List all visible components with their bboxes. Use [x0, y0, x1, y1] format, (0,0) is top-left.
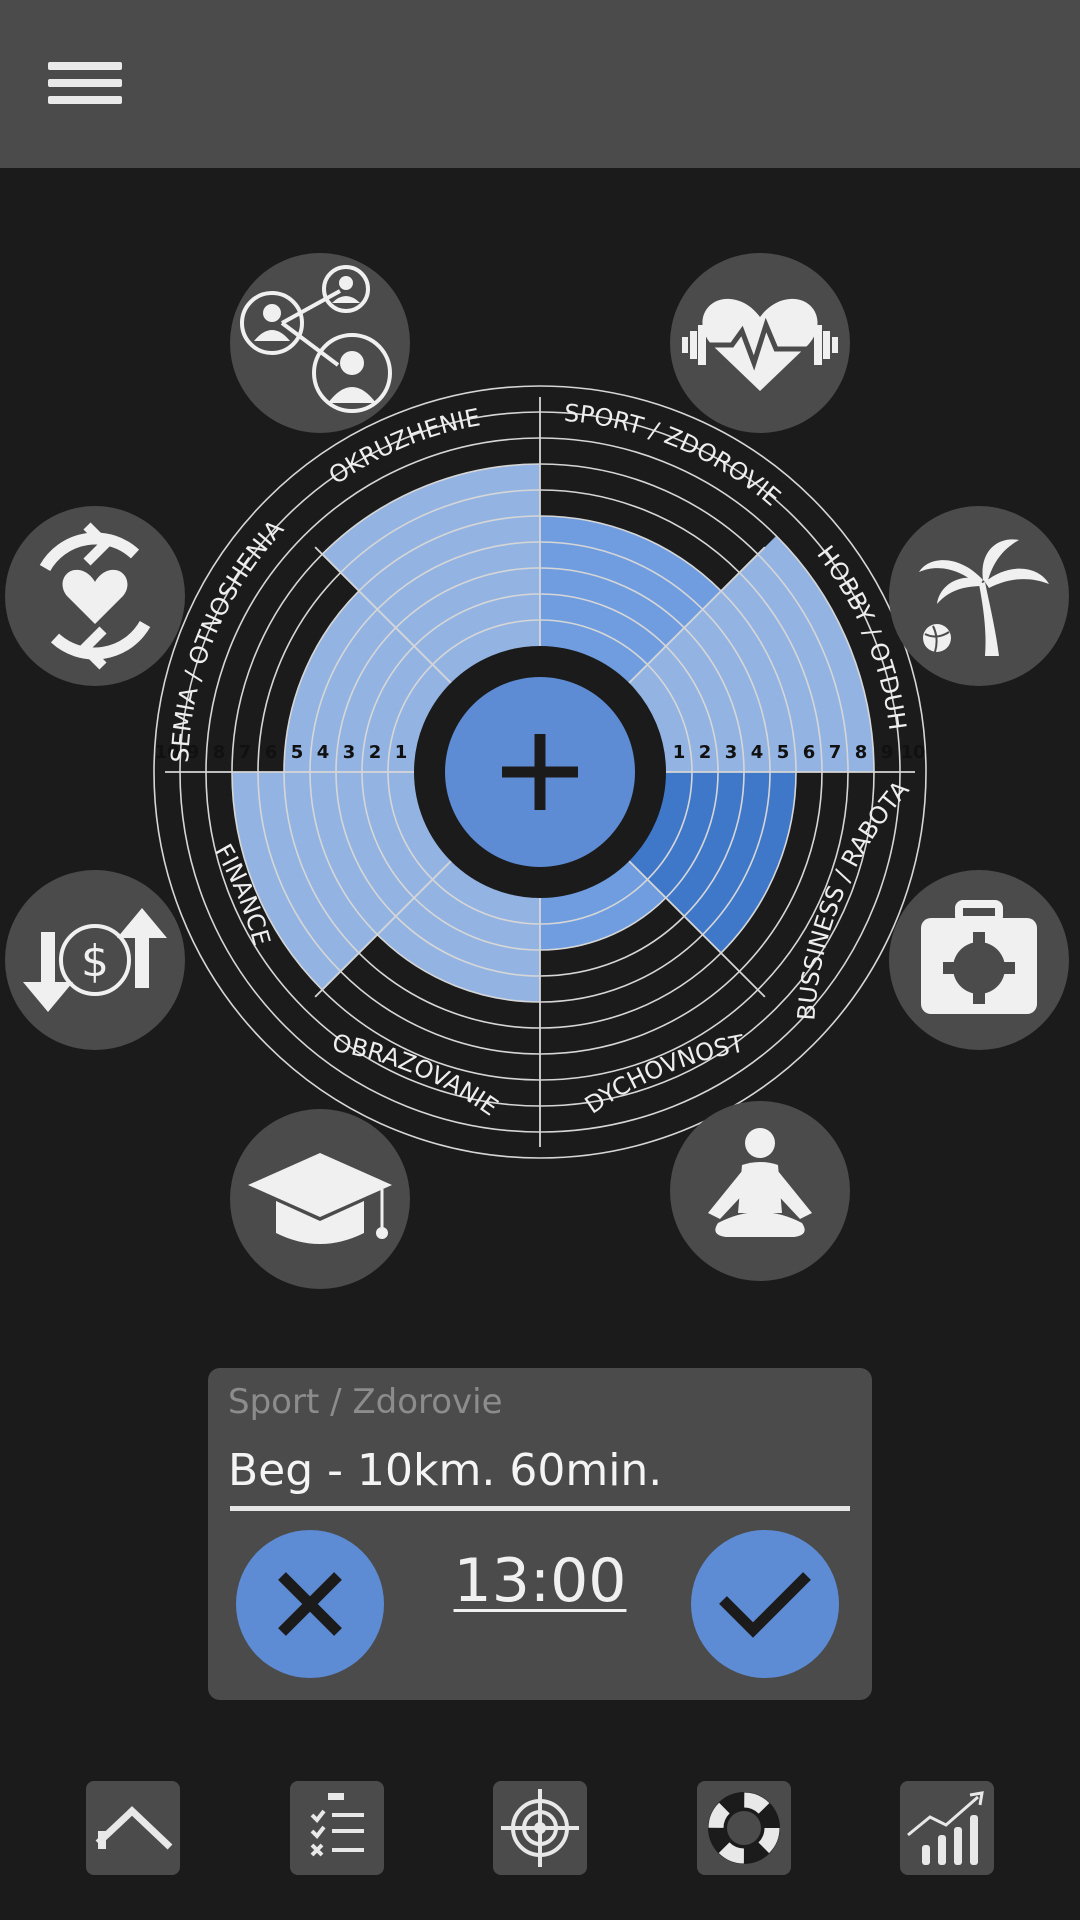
nav-help-button[interactable]	[697, 1781, 791, 1875]
cancel-button[interactable]	[236, 1530, 384, 1678]
scale-number-left: 5	[291, 742, 304, 763]
scale-number-right: 6	[803, 742, 816, 763]
scale-number-left: 2	[369, 742, 382, 763]
category-bussiness-button[interactable]	[889, 870, 1069, 1050]
category-semia-button[interactable]	[5, 506, 185, 686]
people-network-icon	[240, 265, 392, 413]
close-icon	[278, 1572, 342, 1636]
scale-number-right: 10	[900, 742, 925, 763]
scale-number-right: 2	[699, 742, 712, 763]
scale-number-left: 7	[239, 742, 252, 763]
wheel-segment-3	[629, 772, 796, 954]
growth-chart-icon	[907, 1791, 984, 1865]
category-obrazovanie-button[interactable]	[230, 1109, 410, 1289]
target-icon	[501, 1789, 579, 1867]
briefcase-gear-icon	[921, 900, 1037, 1014]
money-exchange-icon: $	[23, 908, 167, 1012]
category-hobby-button[interactable]	[889, 506, 1069, 686]
category-sport-button[interactable]	[670, 253, 850, 433]
heart-cycle-icon	[39, 522, 151, 670]
palm-tree-icon	[919, 539, 1049, 656]
checklist-icon	[310, 1793, 364, 1857]
entry-text-input[interactable]	[226, 1434, 856, 1506]
scale-number-right: 8	[855, 742, 868, 763]
scale-number-left: 1	[395, 742, 408, 763]
scale-number-left: 3	[343, 742, 356, 763]
scale-number-left: 4	[317, 742, 330, 763]
heartbeat-dumbbell-icon	[682, 298, 838, 391]
category-label: OBRAZOVANIE	[330, 1029, 503, 1122]
nav-home-button[interactable]	[86, 1781, 180, 1875]
entry-card: Sport / Zdorovie 13:00	[208, 1368, 872, 1700]
graduation-cap-icon	[248, 1153, 392, 1244]
scale-number-right: 1	[673, 742, 686, 763]
home-icon	[95, 1806, 173, 1850]
entry-category-label: Sport / Zdorovie	[228, 1382, 503, 1422]
nav-goals-button[interactable]	[493, 1781, 587, 1875]
scale-number-right: 3	[725, 742, 738, 763]
confirm-button[interactable]	[691, 1530, 839, 1678]
category-finance-button[interactable]: $	[5, 870, 185, 1050]
check-icon	[719, 1572, 811, 1638]
scale-number-left: 8	[213, 742, 226, 763]
scale-number-right: 9	[881, 742, 894, 763]
meditation-icon	[708, 1128, 812, 1237]
category-okruzhenie-button[interactable]	[230, 253, 410, 433]
time-value[interactable]: 13:00	[440, 1546, 640, 1616]
category-dychovnost-button[interactable]	[670, 1101, 850, 1281]
nav-tasks-button[interactable]	[290, 1781, 384, 1875]
lifebuoy-icon	[708, 1792, 780, 1864]
scale-number-left: 6	[265, 742, 278, 763]
svg-text:$: $	[81, 936, 109, 987]
scale-number-right: 7	[829, 742, 842, 763]
scale-number-right: 4	[751, 742, 764, 763]
entry-underline	[230, 1506, 850, 1511]
nav-stats-button[interactable]	[900, 1781, 994, 1875]
scale-number-right: 5	[777, 742, 790, 763]
